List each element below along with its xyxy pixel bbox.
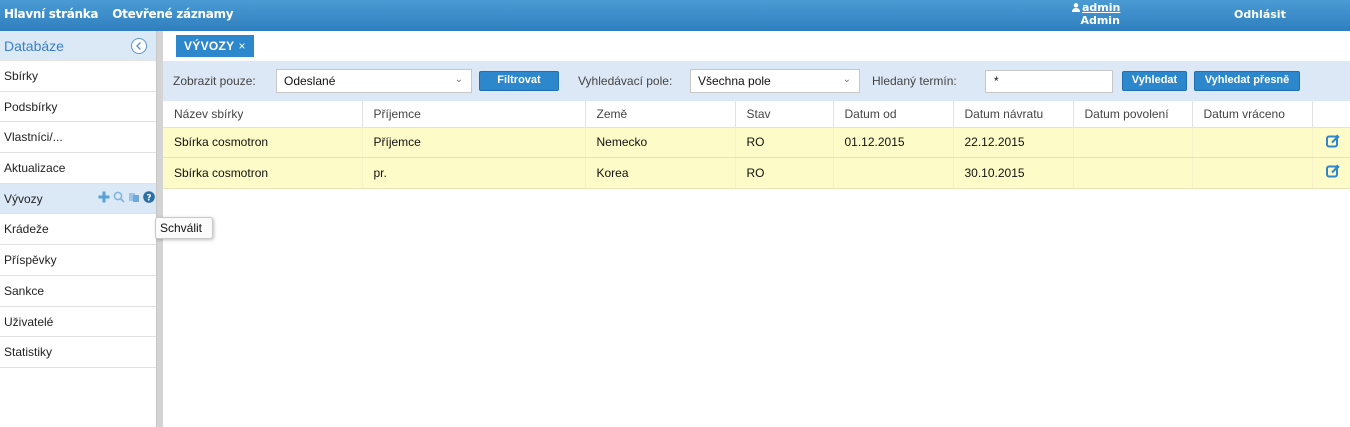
cell-date-returned	[1192, 127, 1313, 158]
sidebar-item-label: Aktualizace	[4, 161, 66, 176]
column-header	[1312, 101, 1350, 128]
sidebar-item-actions: ?	[98, 190, 155, 203]
sidebar-item-uzivatele[interactable]: Uživatelé	[0, 307, 157, 338]
search-term-input[interactable]: *	[985, 70, 1113, 93]
show-only-value: Odeslané	[284, 74, 336, 88]
show-only-label: Zobrazit pouze:	[173, 74, 256, 88]
sidebar-item-sankce[interactable]: Sankce	[0, 276, 157, 307]
cell-recipient: pr.	[362, 157, 586, 189]
table-header-row: Název sbírky Příjemce Země Stav Datum od…	[163, 101, 1350, 128]
close-icon[interactable]: ×	[238, 39, 245, 53]
show-only-select[interactable]: Odeslané ⌄	[276, 69, 472, 93]
sidebar-item-sbirky[interactable]: Sbírky	[0, 61, 157, 92]
cell-date-returned	[1192, 157, 1313, 189]
sidebar-item-label: Sankce	[4, 283, 45, 298]
edit-icon[interactable]	[1326, 164, 1340, 178]
edit-icon[interactable]	[1326, 134, 1340, 148]
chevron-down-icon: ⌄	[454, 74, 463, 85]
user-icon	[1072, 3, 1080, 12]
search-term-label: Hledaný termín:	[872, 74, 957, 88]
sidebar-item-label: Vývozy	[4, 191, 43, 206]
column-header[interactable]: Datum od	[833, 101, 954, 128]
sidebar: Databáze Sbírky Podsbírky Vlastníci/... …	[0, 31, 157, 427]
search-icon[interactable]	[113, 191, 125, 203]
table-row[interactable]: Sbírka cosmotron Příjemce Nemecko RO 01.…	[163, 127, 1350, 158]
sidebar-item-podsbirky[interactable]: Podsbírky	[0, 92, 157, 123]
search-field-label: Vyhledávací pole:	[578, 74, 673, 88]
filter-bar: Zobrazit pouze: Odeslané ⌄ Filtrovat Vyh…	[163, 61, 1350, 101]
user-box: admin Admin	[1072, 1, 1120, 27]
search-exact-button[interactable]: Vyhledat přesně	[1194, 71, 1300, 91]
column-header[interactable]: Příjemce	[362, 101, 586, 128]
cell-edit	[1312, 127, 1350, 158]
search-term-value: *	[994, 74, 999, 88]
table-row[interactable]: Sbírka cosmotron pr. Korea RO 30.10.2015	[163, 157, 1350, 189]
tab-label: VÝVOZY	[184, 39, 235, 53]
cell-date-permit	[1073, 127, 1193, 158]
user-role: Admin	[1080, 14, 1120, 27]
sidebar-item-label: Příspěvky	[4, 253, 57, 268]
exports-table: Název sbírky Příjemce Země Stav Datum od…	[163, 101, 1350, 189]
filter-button[interactable]: Filtrovat	[479, 71, 559, 91]
tab-vyvozy[interactable]: VÝVOZY ×	[176, 35, 254, 57]
sidebar-item-label: Uživatelé	[4, 314, 54, 329]
cell-collection: Sbírka cosmotron	[163, 157, 363, 189]
approve-icon[interactable]	[128, 191, 140, 203]
cell-edit	[1312, 157, 1350, 189]
cell-recipient: Příjemce	[362, 127, 586, 158]
sidebar-item-label: Vlastníci/...	[4, 130, 63, 145]
sidebar-item-vyvozy[interactable]: Vývozy ?	[0, 183, 157, 215]
chevron-left-icon	[136, 42, 141, 50]
sidebar-item-prispevky[interactable]: Příspěvky	[0, 245, 157, 276]
sidebar-item-statistiky[interactable]: Statistiky	[0, 337, 157, 368]
column-header[interactable]: Datum povolení	[1073, 101, 1193, 128]
user-name-link[interactable]: admin	[1082, 1, 1120, 14]
sidebar-item-kradeze[interactable]: Krádeže	[0, 214, 157, 246]
sidebar-header: Databáze	[0, 31, 157, 61]
column-header[interactable]: Stav	[735, 101, 834, 128]
cell-country: Korea	[585, 157, 736, 189]
cell-status: RO	[735, 157, 834, 189]
tab-strip: VÝVOZY ×	[163, 31, 1350, 61]
sidebar-collapse-button[interactable]	[131, 38, 147, 54]
sidebar-item-aktualizace[interactable]: Aktualizace	[0, 153, 157, 184]
chevron-down-icon: ⌄	[842, 74, 851, 85]
cell-country: Nemecko	[585, 127, 736, 158]
cell-status: RO	[735, 127, 834, 158]
nav-open-records-link[interactable]: Otevřené záznamy	[112, 7, 233, 21]
logout-link[interactable]: Odhlásit	[1234, 8, 1286, 21]
cell-date-from	[833, 157, 954, 189]
plus-icon[interactable]	[98, 191, 110, 203]
column-header[interactable]: Datum návratu	[953, 101, 1074, 128]
sidebar-item-label: Sbírky	[4, 69, 39, 83]
cell-date-return: 22.12.2015	[953, 127, 1074, 158]
cell-collection: Sbírka cosmotron	[163, 127, 363, 158]
top-nav: Hlavní stránka Otevřené záznamy	[4, 7, 247, 21]
help-icon[interactable]: ?	[143, 190, 155, 203]
nav-home-link[interactable]: Hlavní stránka	[4, 7, 99, 21]
cell-date-from: 01.12.2015	[833, 127, 954, 158]
tooltip: Schválit	[155, 217, 213, 239]
sidebar-item-vlastnici[interactable]: Vlastníci/...	[0, 122, 157, 154]
search-field-select[interactable]: Všechna pole ⌄	[690, 69, 860, 93]
search-field-value: Všechna pole	[698, 74, 771, 88]
sidebar-item-label: Podsbírky	[4, 99, 58, 114]
column-header[interactable]: Název sbírky	[163, 101, 363, 128]
column-header[interactable]: Země	[585, 101, 736, 128]
sidebar-title: Databáze	[4, 38, 64, 54]
cell-date-return: 30.10.2015	[953, 157, 1074, 189]
sidebar-item-label: Statistiky	[4, 345, 53, 360]
sidebar-item-label: Krádeže	[4, 222, 49, 237]
cell-date-permit	[1073, 157, 1193, 189]
search-button[interactable]: Vyhledat	[1122, 71, 1187, 91]
main-panel: VÝVOZY × Zobrazit pouze: Odeslané ⌄ Filtr…	[163, 31, 1350, 427]
top-bar: Hlavní stránka Otevřené záznamy admin Adm…	[0, 0, 1350, 31]
svg-text:?: ?	[146, 193, 151, 203]
column-header[interactable]: Datum vráceno	[1192, 101, 1313, 128]
